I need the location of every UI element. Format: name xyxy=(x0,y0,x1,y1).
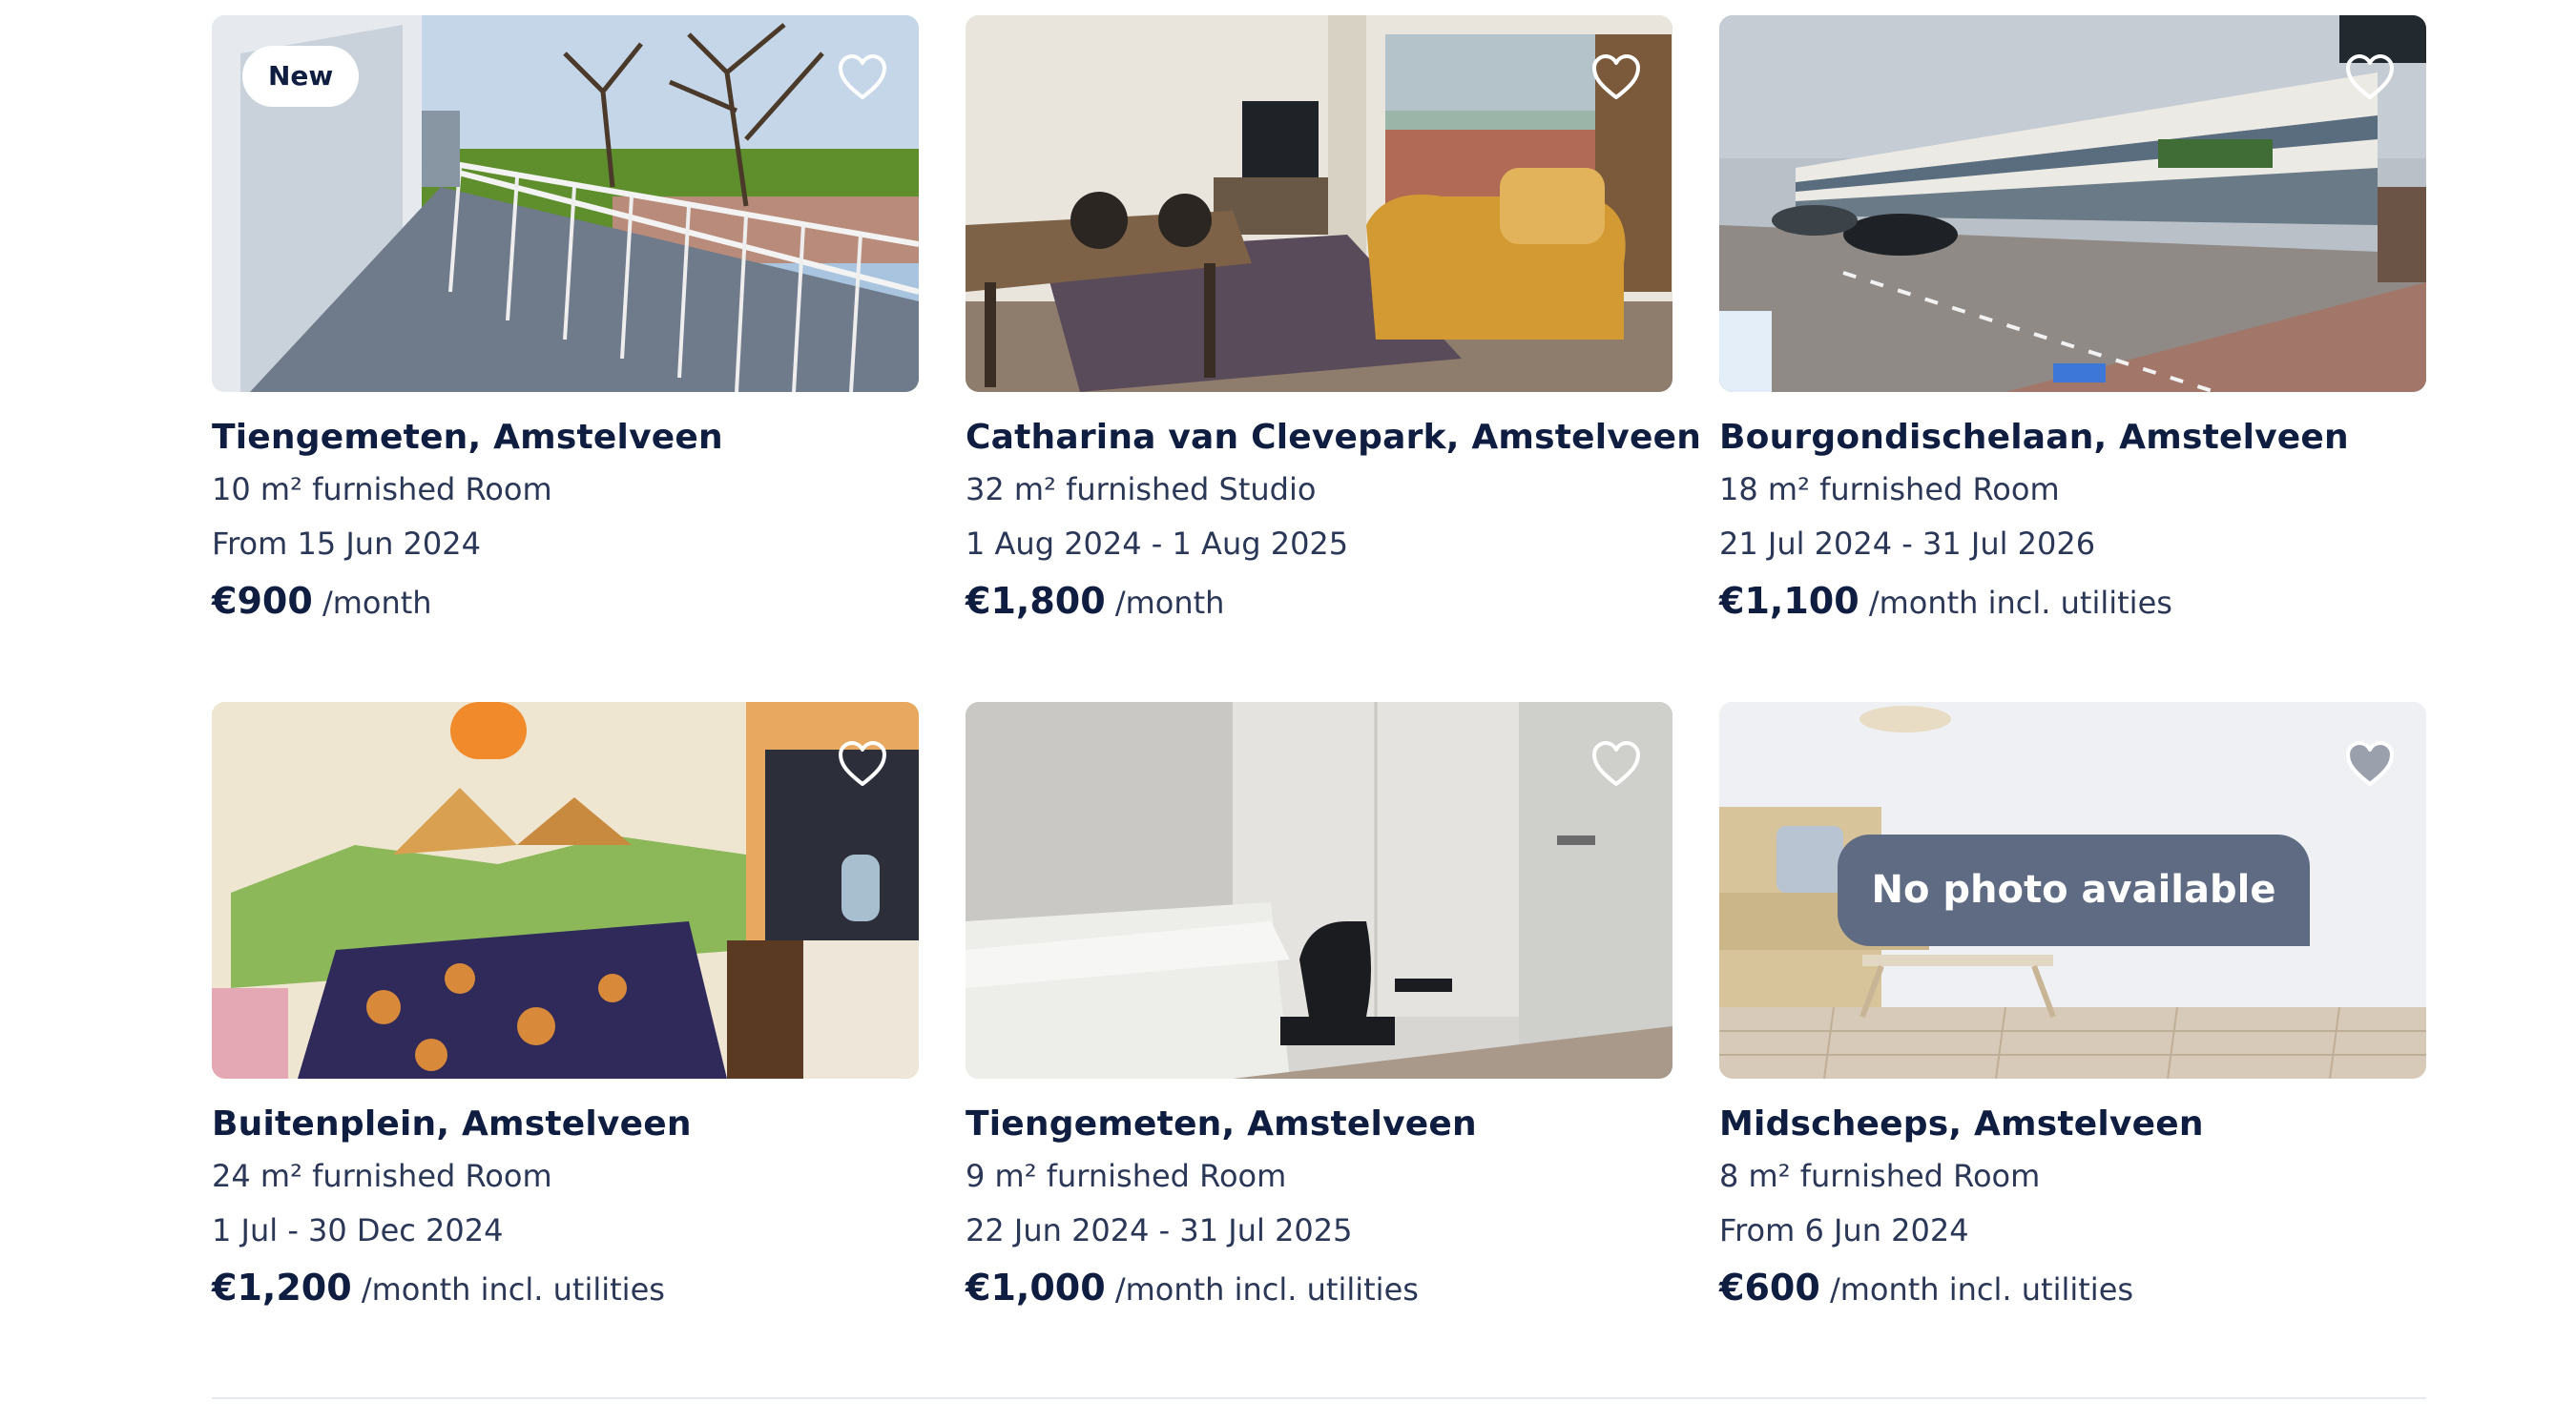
listing-price-row: €900 /month xyxy=(212,571,919,630)
listing-price-row: €1,000 /month incl. utilities xyxy=(966,1258,1672,1317)
heart-outline-icon xyxy=(839,741,886,786)
listing-availability: From 15 Jun 2024 xyxy=(212,526,481,562)
listing-details: 9 m² furnished Room xyxy=(966,1158,1287,1194)
listing-price-suffix: /month incl. utilities xyxy=(361,1271,665,1308)
listing-card[interactable]: Bourgondischelaan, Amstelveen 18 m² furn… xyxy=(1719,15,2426,630)
listing-details: 10 m² furnished Room xyxy=(212,471,552,507)
listing-price-row: €1,100 /month incl. utilities xyxy=(1719,571,2426,630)
heart-outline-icon xyxy=(2346,741,2394,786)
heart-outline-icon xyxy=(1592,741,1640,786)
listing-details: 8 m² furnished Room xyxy=(1719,1158,2041,1194)
studio-photo xyxy=(966,15,1672,392)
street-view-photo xyxy=(1719,15,2426,392)
listing-price-suffix: /month incl. utilities xyxy=(1114,1271,1419,1308)
favorite-button[interactable] xyxy=(2344,53,2396,101)
heart-outline-icon xyxy=(1592,54,1640,99)
listing-price-suffix: /month xyxy=(322,585,432,621)
listing-title[interactable]: Tiengemeten, Amstelveen xyxy=(966,1100,1672,1149)
section-divider xyxy=(212,1397,2426,1399)
listing-card[interactable]: New Tiengemeten, Amstelveen 10 m² furnis… xyxy=(212,15,919,630)
listing-availability: From 6 Jun 2024 xyxy=(1719,1212,1969,1248)
listing-title[interactable]: Buitenplein, Amstelveen xyxy=(212,1100,919,1149)
listing-price-row: €600 /month incl. utilities xyxy=(1719,1258,2426,1317)
favorite-button[interactable] xyxy=(837,740,888,788)
listing-details: 32 m² furnished Studio xyxy=(966,471,1317,507)
favorite-button[interactable] xyxy=(1590,740,1642,788)
heart-outline-icon xyxy=(839,54,886,99)
room-photo xyxy=(966,702,1672,1079)
listing-availability: 22 Jun 2024 - 31 Jul 2025 xyxy=(966,1212,1353,1248)
new-badge: New xyxy=(242,46,360,107)
listing-photo[interactable] xyxy=(212,702,919,1079)
listing-photo[interactable] xyxy=(966,15,1672,392)
listing-details: 18 m² furnished Room xyxy=(1719,471,2060,507)
listing-price-suffix: /month xyxy=(1114,585,1225,621)
listing-title[interactable]: Bourgondischelaan, Amstelveen xyxy=(1719,413,2426,463)
listing-price: €1,800 xyxy=(966,580,1106,622)
listing-photo[interactable] xyxy=(1719,15,2426,392)
listing-photo[interactable]: No photo available xyxy=(1719,702,2426,1079)
listing-availability: 1 Jul - 30 Dec 2024 xyxy=(212,1212,504,1248)
listing-availability: 1 Aug 2024 - 1 Aug 2025 xyxy=(966,526,1349,562)
listing-price: €600 xyxy=(1719,1267,1820,1309)
listing-title[interactable]: Tiengemeten, Amstelveen xyxy=(212,413,919,463)
listing-card[interactable]: No photo available Midscheeps, Amstelvee… xyxy=(1719,702,2426,1317)
no-photo-banner: No photo available xyxy=(1838,835,2310,946)
favorite-button[interactable] xyxy=(1590,53,1642,101)
listing-price: €1,200 xyxy=(212,1267,352,1309)
listing-price-row: €1,800 /month xyxy=(966,571,1672,630)
heart-outline-icon xyxy=(2346,54,2394,99)
listing-price: €900 xyxy=(212,580,313,622)
favorite-button[interactable] xyxy=(837,53,888,101)
bedroom-photo xyxy=(212,702,919,1079)
listing-price-row: €1,200 /month incl. utilities xyxy=(212,1258,919,1317)
listing-price-suffix: /month incl. utilities xyxy=(1868,585,2172,621)
listing-title[interactable]: Catharina van Clevepark, Amstelveen xyxy=(966,413,1701,463)
listing-card[interactable]: Tiengemeten, Amstelveen 9 m² furnished R… xyxy=(966,702,1672,1317)
listing-price: €1,100 xyxy=(1719,580,1859,622)
listing-grid: New Tiengemeten, Amstelveen 10 m² furnis… xyxy=(212,15,2426,1317)
listing-details: 24 m² furnished Room xyxy=(212,1158,552,1194)
listing-title[interactable]: Midscheeps, Amstelveen xyxy=(1719,1100,2426,1149)
listing-card[interactable]: Buitenplein, Amstelveen 24 m² furnished … xyxy=(212,702,919,1317)
favorite-button[interactable] xyxy=(2344,740,2396,788)
listing-availability: 21 Jul 2024 - 31 Jul 2026 xyxy=(1719,526,2096,562)
listing-photo[interactable] xyxy=(966,702,1672,1079)
listing-card[interactable]: Catharina van Clevepark, Amstelveen 32 m… xyxy=(966,15,1701,630)
listing-price: €1,000 xyxy=(966,1267,1106,1309)
listing-price-suffix: /month incl. utilities xyxy=(1829,1271,2134,1308)
listing-photo[interactable]: New xyxy=(212,15,919,392)
